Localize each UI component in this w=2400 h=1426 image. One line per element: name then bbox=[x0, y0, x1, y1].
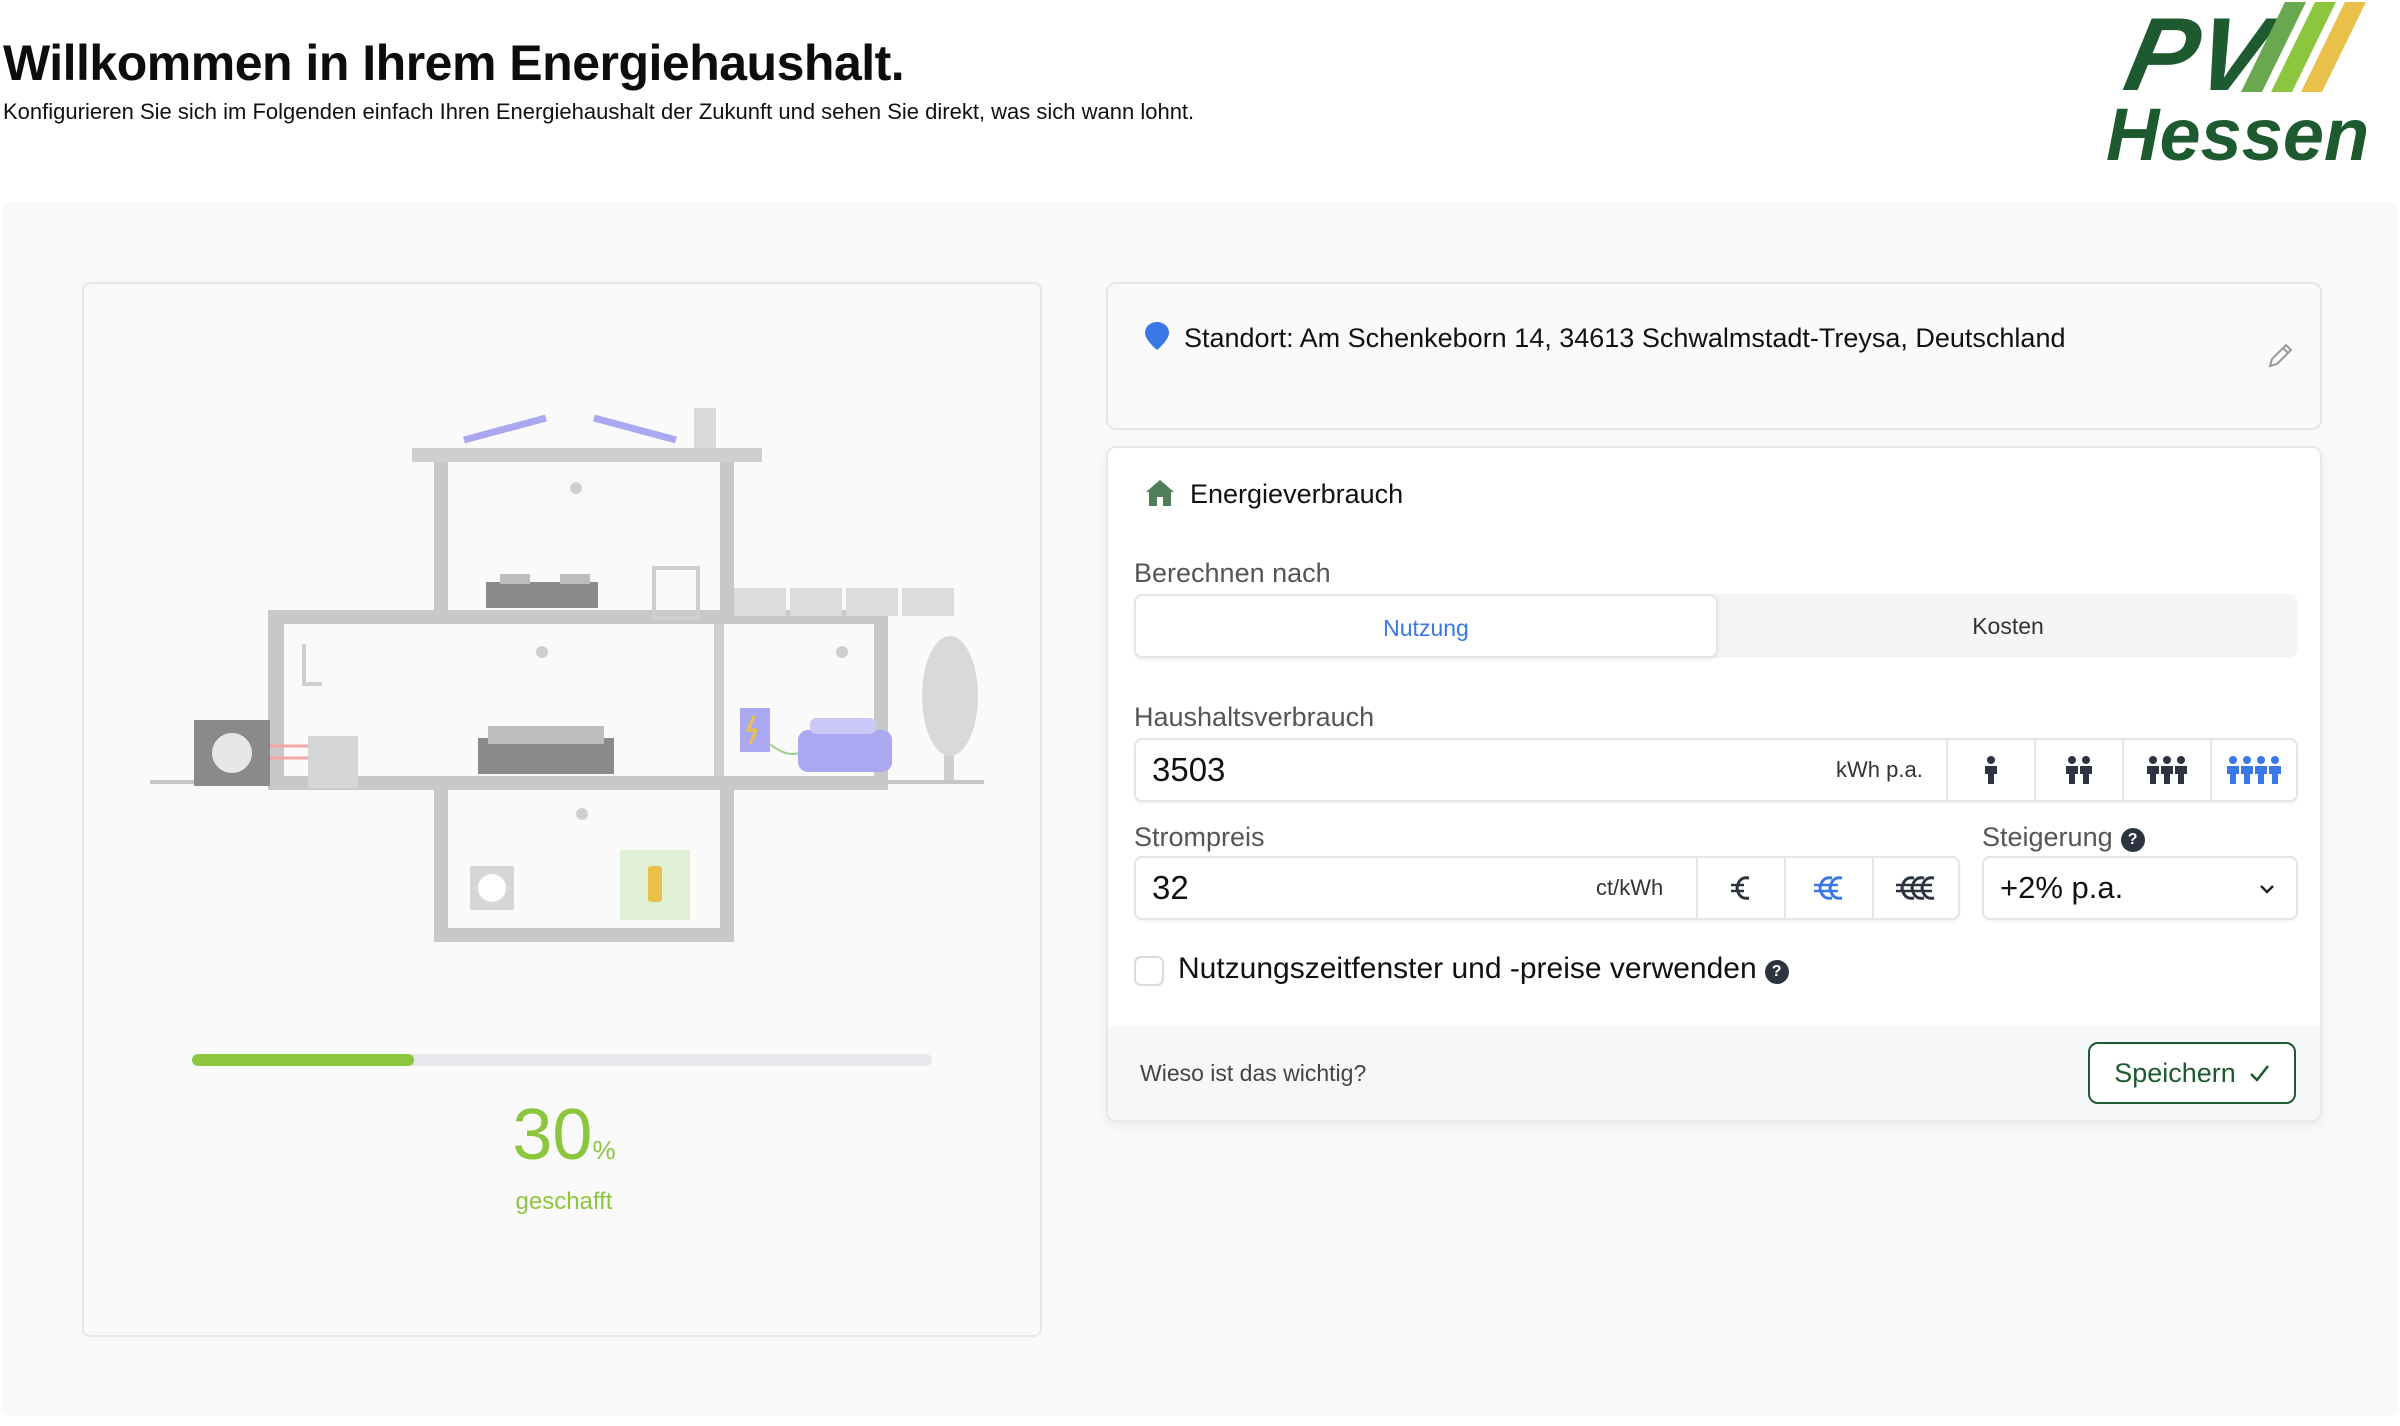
energy-consumption-card: Energieverbrauch Berechnen nach Nutzung … bbox=[1106, 446, 2322, 1122]
progress-value: 30 bbox=[512, 1095, 593, 1175]
3-persons-icon bbox=[2147, 756, 2187, 784]
household-consumption-group: kWh p.a. bbox=[1134, 738, 2298, 802]
energy-heading-text: Energieverbrauch bbox=[1190, 479, 1404, 509]
household-consumption-label: Haushaltsverbrauch bbox=[1134, 702, 1375, 732]
tou-label: Nutzungszeitfenster und -preise verwende… bbox=[1178, 952, 1789, 986]
save-button[interactable]: Speichern bbox=[2088, 1042, 2296, 1104]
tou-checkbox[interactable] bbox=[1134, 956, 1164, 986]
location-line: Standort: Am Schenkeborn 14, 34613 Schwa… bbox=[1132, 314, 2232, 362]
price-level-1-button[interactable] bbox=[1696, 858, 1784, 918]
svg-text:Hessen: Hessen bbox=[2106, 93, 2369, 170]
price-unit: ct/kWh bbox=[1596, 875, 1664, 900]
pv-hessen-logo: PV Hessen bbox=[2106, 0, 2369, 170]
location-pin-icon bbox=[1145, 322, 1169, 350]
increase-select-value: +2% p.a. bbox=[2000, 870, 2124, 905]
progress-percent: 30% bbox=[84, 1094, 1044, 1176]
increase-label: Steigerung? bbox=[1982, 822, 2145, 853]
increase-help-icon[interactable]: ? bbox=[2120, 828, 2145, 852]
progress-unit: % bbox=[592, 1135, 616, 1165]
calc-mode-label: Berechnen nach bbox=[1134, 558, 1331, 588]
tab-kosten[interactable]: Kosten bbox=[1718, 594, 2298, 658]
increase-label-text: Steigerung bbox=[1982, 822, 2113, 852]
location-card: Standort: Am Schenkeborn 14, 34613 Schwa… bbox=[1106, 282, 2322, 430]
electricity-price-label: Strompreis bbox=[1134, 822, 1265, 852]
calc-mode-toggle: Nutzung Kosten bbox=[1134, 594, 2298, 658]
persons-3-button[interactable] bbox=[2122, 740, 2210, 800]
progress-label: geschafft bbox=[515, 1188, 613, 1215]
house-illustration-card: 30% geschafft bbox=[82, 282, 1042, 1337]
progress-fill bbox=[192, 1054, 414, 1066]
edit-pencil-icon[interactable] bbox=[2264, 340, 2296, 372]
1-person-icon bbox=[1985, 756, 1997, 784]
4-persons-icon bbox=[2227, 756, 2281, 784]
electricity-price-input[interactable] bbox=[1152, 858, 1552, 918]
persons-2-button[interactable] bbox=[2034, 740, 2122, 800]
double-euro-icon bbox=[1814, 876, 1843, 900]
location-text: Standort: Am Schenkeborn 14, 34613 Schwa… bbox=[1184, 323, 2066, 353]
page-header: Willkommen in Ihrem Energiehaushalt. Kon… bbox=[0, 0, 2400, 200]
page-title: Willkommen in Ihrem Energiehaushalt. bbox=[3, 35, 905, 91]
household-unit: kWh p.a. bbox=[1836, 757, 1923, 782]
tou-label-text: Nutzungszeitfenster und -preise verwende… bbox=[1178, 952, 1757, 985]
household-consumption-input[interactable] bbox=[1152, 740, 1752, 800]
card-footer: Wieso ist das wichtig? Speichern bbox=[1108, 1026, 2320, 1120]
progress-bar bbox=[192, 1054, 932, 1066]
checkmark-icon bbox=[2249, 1065, 2269, 1082]
save-button-label: Speichern bbox=[2114, 1057, 2236, 1088]
home-icon bbox=[1146, 480, 1174, 506]
energy-heading: Energieverbrauch bbox=[1144, 478, 1403, 510]
persons-4-button[interactable] bbox=[2210, 740, 2296, 800]
electricity-price-group: ct/kWh bbox=[1134, 856, 1960, 920]
tab-nutzung[interactable]: Nutzung bbox=[1134, 594, 1718, 658]
triple-euro-icon bbox=[1896, 876, 1935, 900]
why-important-link[interactable]: Wieso ist das wichtig? bbox=[1140, 1060, 1366, 1087]
price-level-3-button[interactable] bbox=[1872, 858, 1958, 918]
2-persons-icon bbox=[2066, 756, 2092, 784]
price-level-2-button[interactable] bbox=[1784, 858, 1872, 918]
chevron-down-icon bbox=[2260, 885, 2274, 894]
house-illustration bbox=[150, 408, 984, 942]
euro-icon bbox=[1731, 876, 1750, 900]
increase-select[interactable]: +2% p.a. bbox=[1982, 856, 2298, 920]
page-subtitle: Konfigurieren Sie sich im Folgenden einf… bbox=[3, 99, 1195, 124]
tou-help-icon[interactable]: ? bbox=[1764, 960, 1789, 984]
persons-1-button[interactable] bbox=[1946, 740, 2034, 800]
